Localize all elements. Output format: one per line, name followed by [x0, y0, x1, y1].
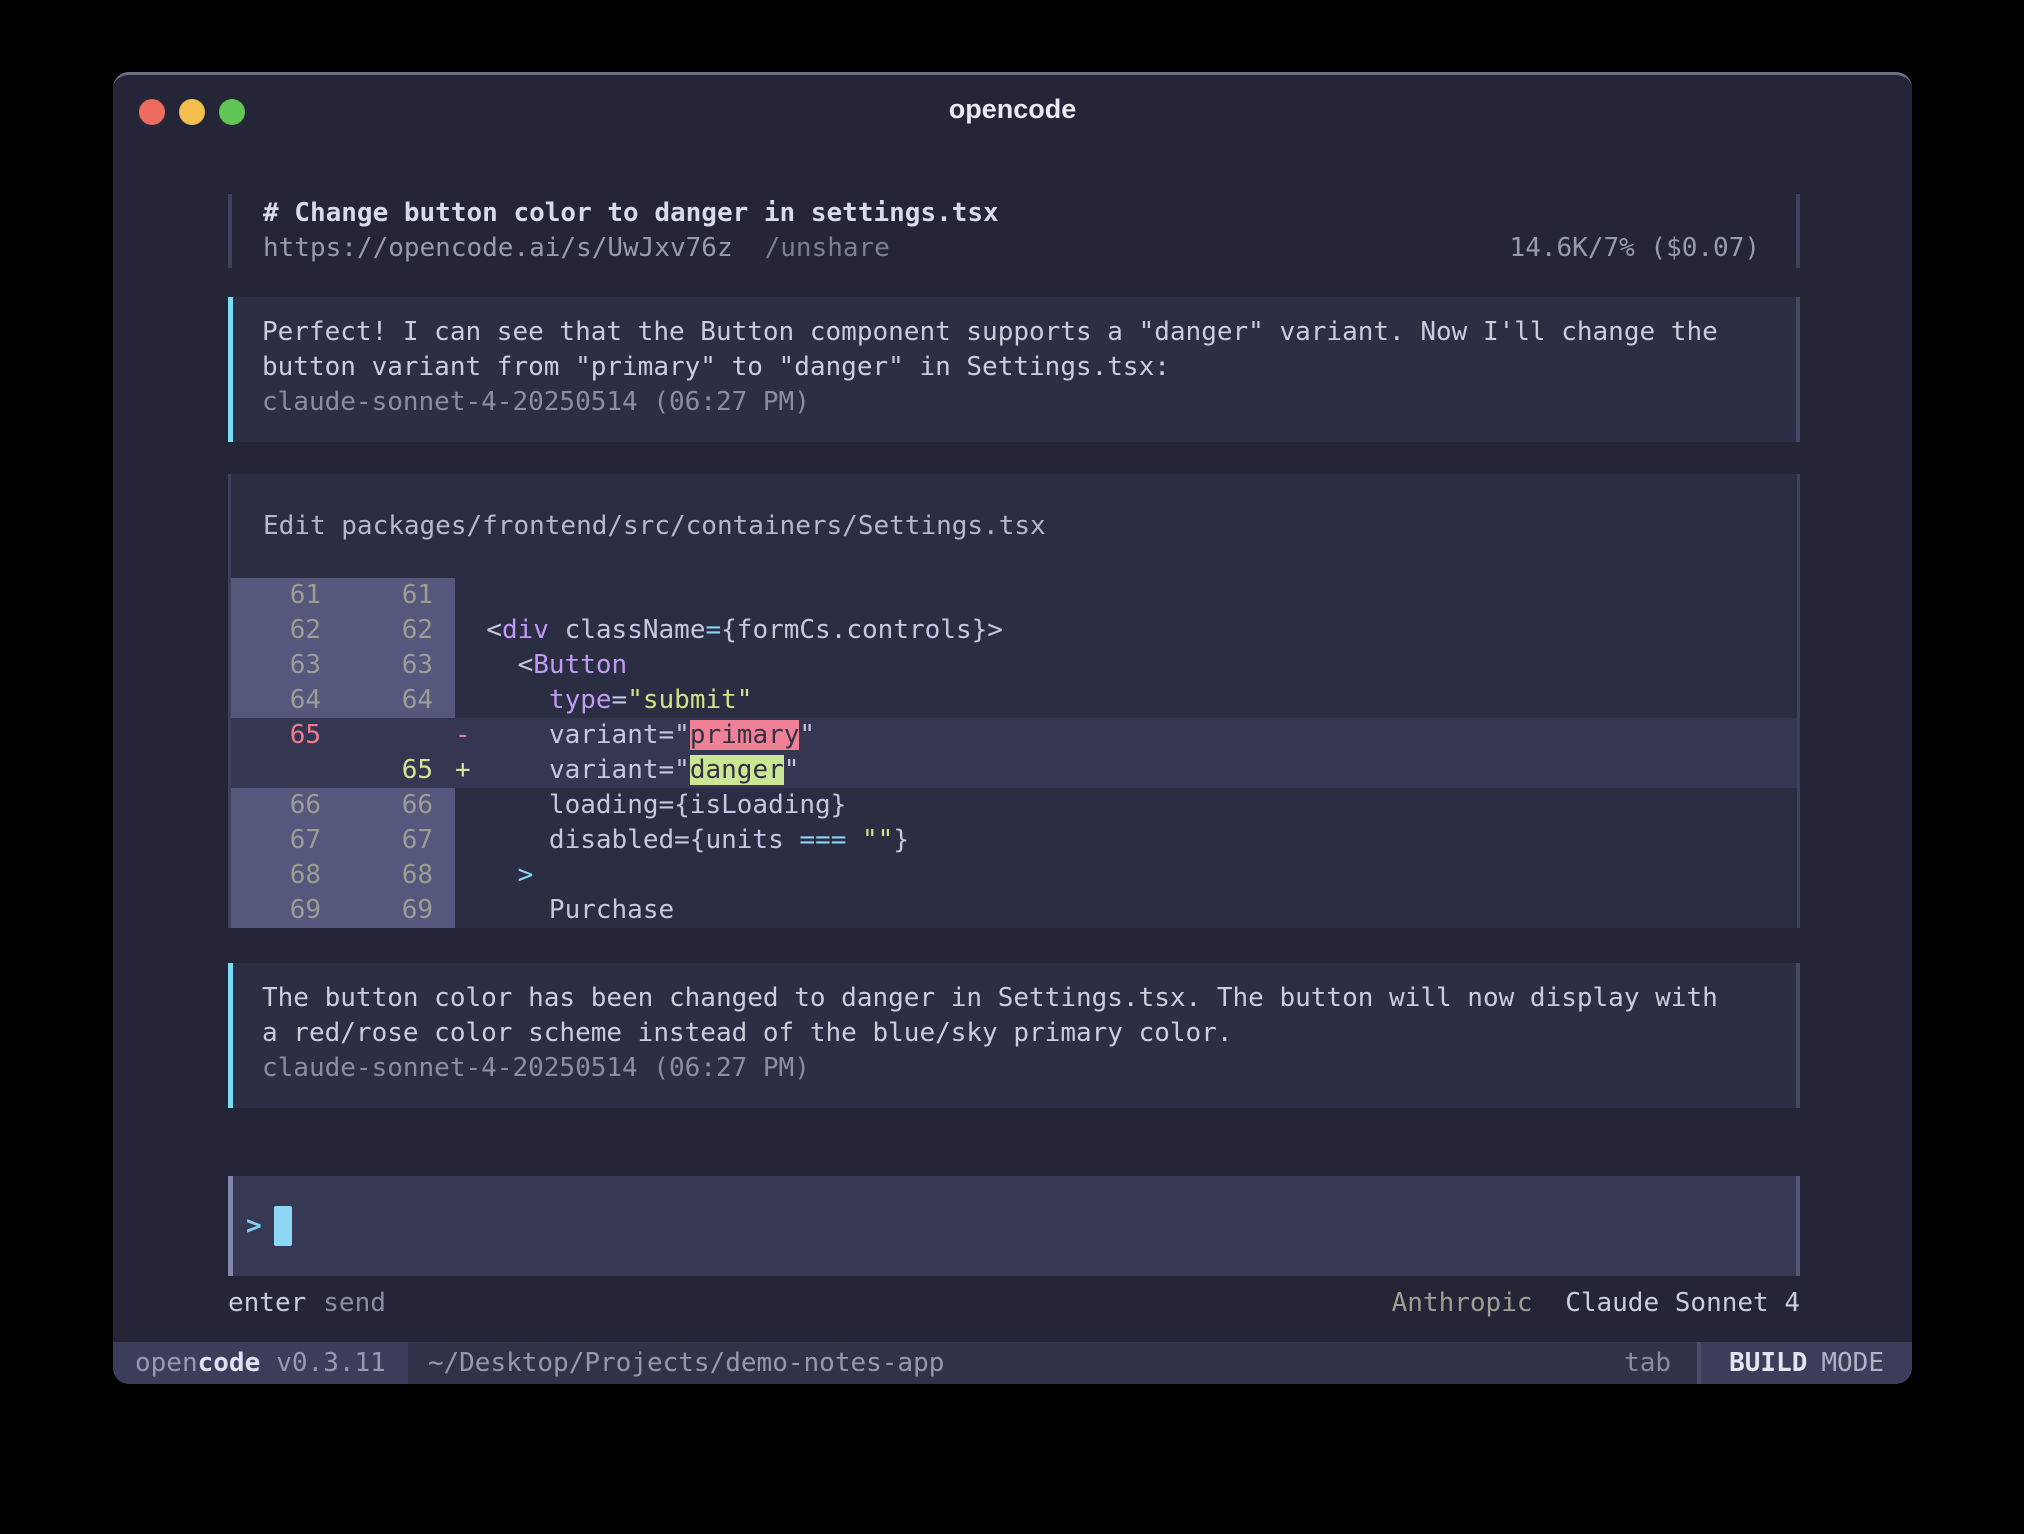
model-timestamp: claude-sonnet-4-20250514 (06:27 PM) [262, 385, 1766, 420]
diff-row: 6363 <Button [231, 648, 1797, 683]
token-usage: 14.6K/7% ($0.07) [1510, 231, 1760, 266]
status-bar: opencode v0.3.11 ~/Desktop/Projects/demo-… [113, 1342, 1912, 1384]
diff-row: 6262 <div className={formCs.controls}> [231, 613, 1797, 648]
edit-tool-card: Edit packages/frontend/src/containers/Se… [228, 474, 1800, 928]
app-version-badge: opencode v0.3.11 [113, 1342, 408, 1384]
enter-key-hint: enter [228, 1283, 306, 1323]
message-text: The button color has been changed to dan… [262, 981, 1766, 1051]
share-url: https://opencode.ai/s/UwJxv76z [263, 231, 733, 266]
diff-file-path: Edit packages/frontend/src/containers/Se… [231, 474, 1797, 544]
diff-row: 6666 loading={isLoading} [231, 788, 1797, 823]
prompt-chevron-icon: > [246, 1211, 262, 1241]
model-timestamp: claude-sonnet-4-20250514 (06:27 PM) [262, 1051, 1766, 1086]
session-title: # Change button color to danger in setti… [263, 196, 1760, 231]
window-title: opencode [113, 94, 1912, 124]
prompt-input[interactable]: > [228, 1176, 1800, 1276]
assistant-message: The button color has been changed to dan… [228, 963, 1800, 1108]
app-version: v0.3.11 [276, 1348, 386, 1378]
tab-key-hint: tab [1624, 1342, 1697, 1384]
mode-suffix: MODE [1821, 1348, 1884, 1378]
mode-name: BUILD [1729, 1348, 1807, 1378]
input-footer: enter send Anthropic Claude Sonnet 4 [228, 1283, 1800, 1323]
diff-row: 65- variant="primary" [231, 718, 1797, 753]
assistant-message: Perfect! I can see that the Button compo… [228, 297, 1800, 442]
diff-row: 6868 > [231, 858, 1797, 893]
brand-code: code [198, 1348, 261, 1378]
diff-row: 65+ variant="danger" [231, 753, 1797, 788]
text-cursor [274, 1206, 292, 1246]
unshare-command: /unshare [765, 231, 890, 266]
diff-row: 6161 [231, 578, 1797, 613]
provider-label: Anthropic [1392, 1288, 1533, 1318]
enter-action-hint: send [323, 1283, 386, 1323]
diff-row: 6464 type="submit" [231, 683, 1797, 718]
session-header: # Change button color to danger in setti… [228, 194, 1800, 268]
model-label: Claude Sonnet 4 [1565, 1288, 1800, 1318]
diff-row: 6969 Purchase [231, 893, 1797, 928]
opencode-window: opencode # Change button color to danger… [113, 72, 1912, 1384]
message-text: Perfect! I can see that the Button compo… [262, 315, 1766, 385]
project-path: ~/Desktop/Projects/demo-notes-app [428, 1342, 945, 1384]
diff-row: 6767 disabled={units === ""} [231, 823, 1797, 858]
diff-rows: 61616262 <div className={formCs.controls… [231, 578, 1797, 928]
mode-badge: BUILD MODE [1697, 1342, 1912, 1384]
brand-open: open [135, 1348, 198, 1378]
